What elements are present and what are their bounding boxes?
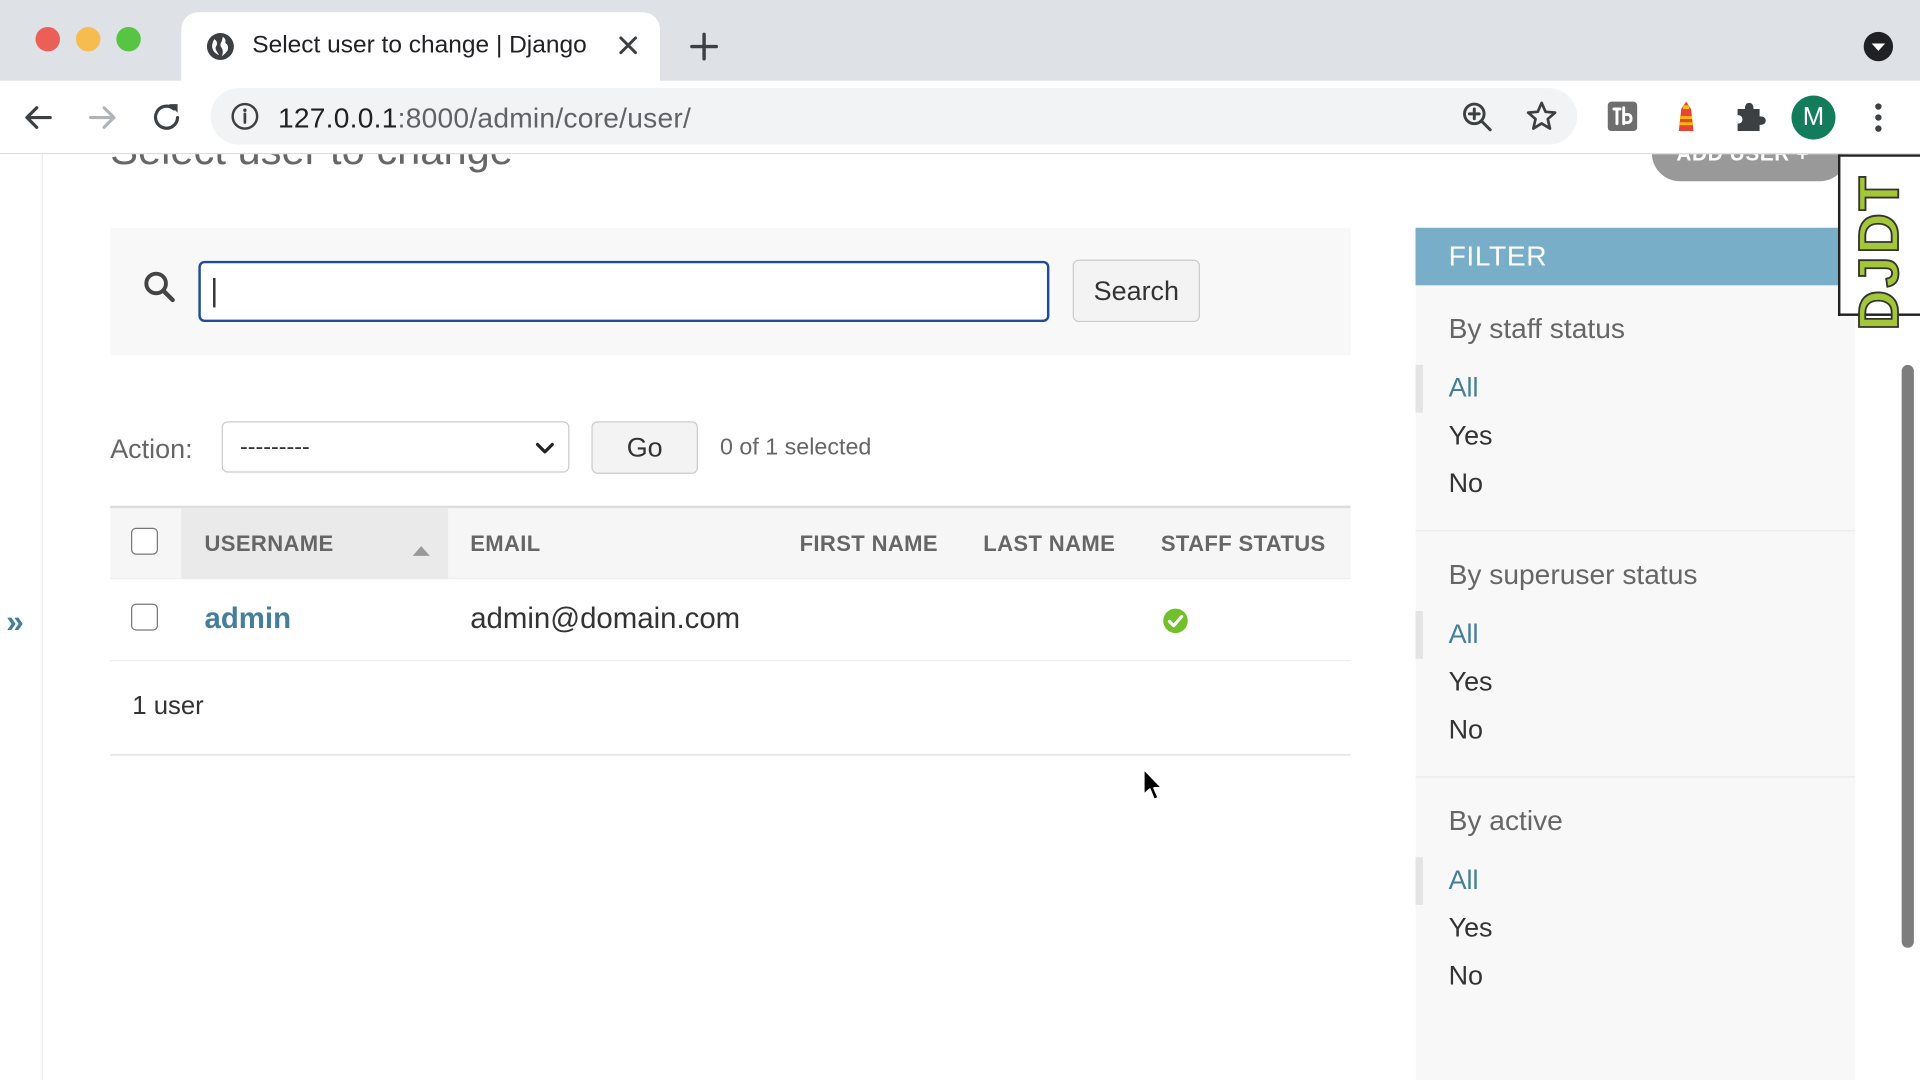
filter-option-no[interactable]: No (1416, 707, 1856, 755)
column-username[interactable]: USERNAME (204, 531, 333, 557)
nav-sidebar-collapsed: » (0, 154, 43, 1080)
tab-search-icon[interactable] (1861, 29, 1895, 63)
filter-option-no[interactable]: No (1416, 460, 1856, 508)
screen: Select user to change | Django 127.0.0.1… (0, 0, 1920, 1080)
address-bar[interactable]: 127.0.0.1:8000/admin/core/user/ (210, 88, 1578, 145)
filter-option-yes[interactable]: Yes (1416, 905, 1856, 953)
paginator: 1 user (110, 661, 1351, 756)
extension-tb-icon[interactable] (1604, 98, 1641, 135)
filter-option-all[interactable]: All (1415, 611, 1856, 659)
page-scrollbar[interactable] (1901, 364, 1914, 948)
tab-title: Select user to change | Django (252, 31, 587, 59)
reload-icon[interactable] (147, 98, 186, 137)
window-zoom-button[interactable] (116, 26, 141, 52)
action-label: Action: (110, 433, 193, 465)
profile-avatar[interactable]: M (1791, 95, 1836, 140)
extensions-puzzle-icon[interactable] (1731, 98, 1768, 135)
search-input[interactable] (198, 260, 1050, 323)
chevron-down-icon (535, 442, 554, 454)
page-content: » Select user to change ADD USER + Searc… (0, 154, 1920, 1080)
action-select-value: --------- (240, 434, 310, 461)
column-first-name[interactable]: FIRST NAME (800, 531, 938, 557)
go-button[interactable]: Go (591, 421, 698, 474)
close-icon[interactable] (612, 29, 644, 61)
result-list: USERNAME EMAIL FIRST NAME LAST NAME STAF… (110, 505, 1351, 756)
window-close-button[interactable] (35, 26, 61, 52)
filter-option-yes[interactable]: Yes (1416, 659, 1856, 707)
sort-ascending-icon[interactable] (411, 542, 431, 557)
extension-lighthouse-icon[interactable] (1668, 98, 1705, 135)
browser-tab-active[interactable]: Select user to change | Django (181, 12, 661, 81)
filter-option-no[interactable]: No (1416, 953, 1856, 1001)
selected-count: 0 of 1 selected (720, 434, 872, 461)
info-icon[interactable] (230, 102, 259, 131)
staff-status-yes-icon (1163, 608, 1188, 634)
filter-section-superuser-status: By superuser status All Yes No (1415, 531, 1856, 778)
search-icon (144, 271, 175, 303)
table-row: admin admin@domain.com (110, 579, 1351, 662)
email-cell: admin@domain.com (470, 602, 741, 636)
changelist-search: Search (110, 227, 1351, 356)
username-link[interactable]: admin (204, 602, 291, 636)
new-tab-icon[interactable] (686, 28, 723, 65)
filter-title: FILTER (1415, 227, 1856, 286)
filter-option-all[interactable]: All (1415, 364, 1856, 413)
forward-arrow-icon[interactable] (83, 98, 122, 137)
page-title: Select user to change (110, 154, 513, 175)
url-text: 127.0.0.1:8000/admin/core/user/ (278, 102, 691, 135)
column-staff-status[interactable]: STAFF STATUS (1161, 531, 1326, 557)
filter-section-title: By staff status (1448, 312, 1625, 345)
column-email[interactable]: EMAIL (470, 531, 540, 557)
add-user-button[interactable]: ADD USER + (1651, 154, 1848, 182)
nav-sidebar-toggle[interactable]: » (6, 602, 24, 640)
action-select[interactable]: --------- (221, 421, 570, 473)
window-minimize-button[interactable] (75, 26, 101, 52)
column-last-name[interactable]: LAST NAME (983, 531, 1115, 557)
browser-toolbar: 127.0.0.1:8000/admin/core/user/ M (0, 80, 1920, 155)
select-all-checkbox[interactable] (131, 527, 158, 555)
bookmark-star-icon[interactable] (1525, 99, 1559, 133)
back-arrow-icon[interactable] (18, 98, 57, 137)
mouse-cursor-icon (1142, 768, 1163, 801)
browser-menu-icon[interactable] (1861, 98, 1895, 137)
filter-section-title: By active (1448, 804, 1563, 837)
table-header: USERNAME EMAIL FIRST NAME LAST NAME STAF… (110, 505, 1351, 580)
filter-section-active: By active All Yes No (1415, 778, 1856, 1023)
url-path: :8000/admin/core/user/ (397, 101, 692, 134)
zoom-icon[interactable] (1460, 99, 1494, 133)
filter-option-all[interactable]: All (1415, 857, 1856, 905)
search-button[interactable]: Search (1072, 259, 1201, 323)
globe-icon (206, 33, 234, 61)
browser-tabstrip: Select user to change | Django (0, 0, 1920, 81)
djdt-label: DJDT (1846, 173, 1912, 332)
filter-section-title: By superuser status (1448, 558, 1698, 591)
filter-section-staff-status: By staff status All Yes No (1415, 285, 1856, 532)
text-caret (213, 277, 216, 308)
filter-option-yes[interactable]: Yes (1416, 413, 1856, 461)
result-count: 1 user (132, 691, 204, 721)
changelist-filter: FILTER By staff status All Yes No By sup… (1415, 227, 1856, 1080)
actions-bar: Action: --------- Go 0 of 1 selected (110, 421, 1350, 475)
django-debug-toolbar-handle[interactable]: DJDT (1837, 154, 1920, 332)
url-host: 127.0.0.1 (277, 101, 398, 134)
row-select-checkbox[interactable] (131, 603, 158, 631)
